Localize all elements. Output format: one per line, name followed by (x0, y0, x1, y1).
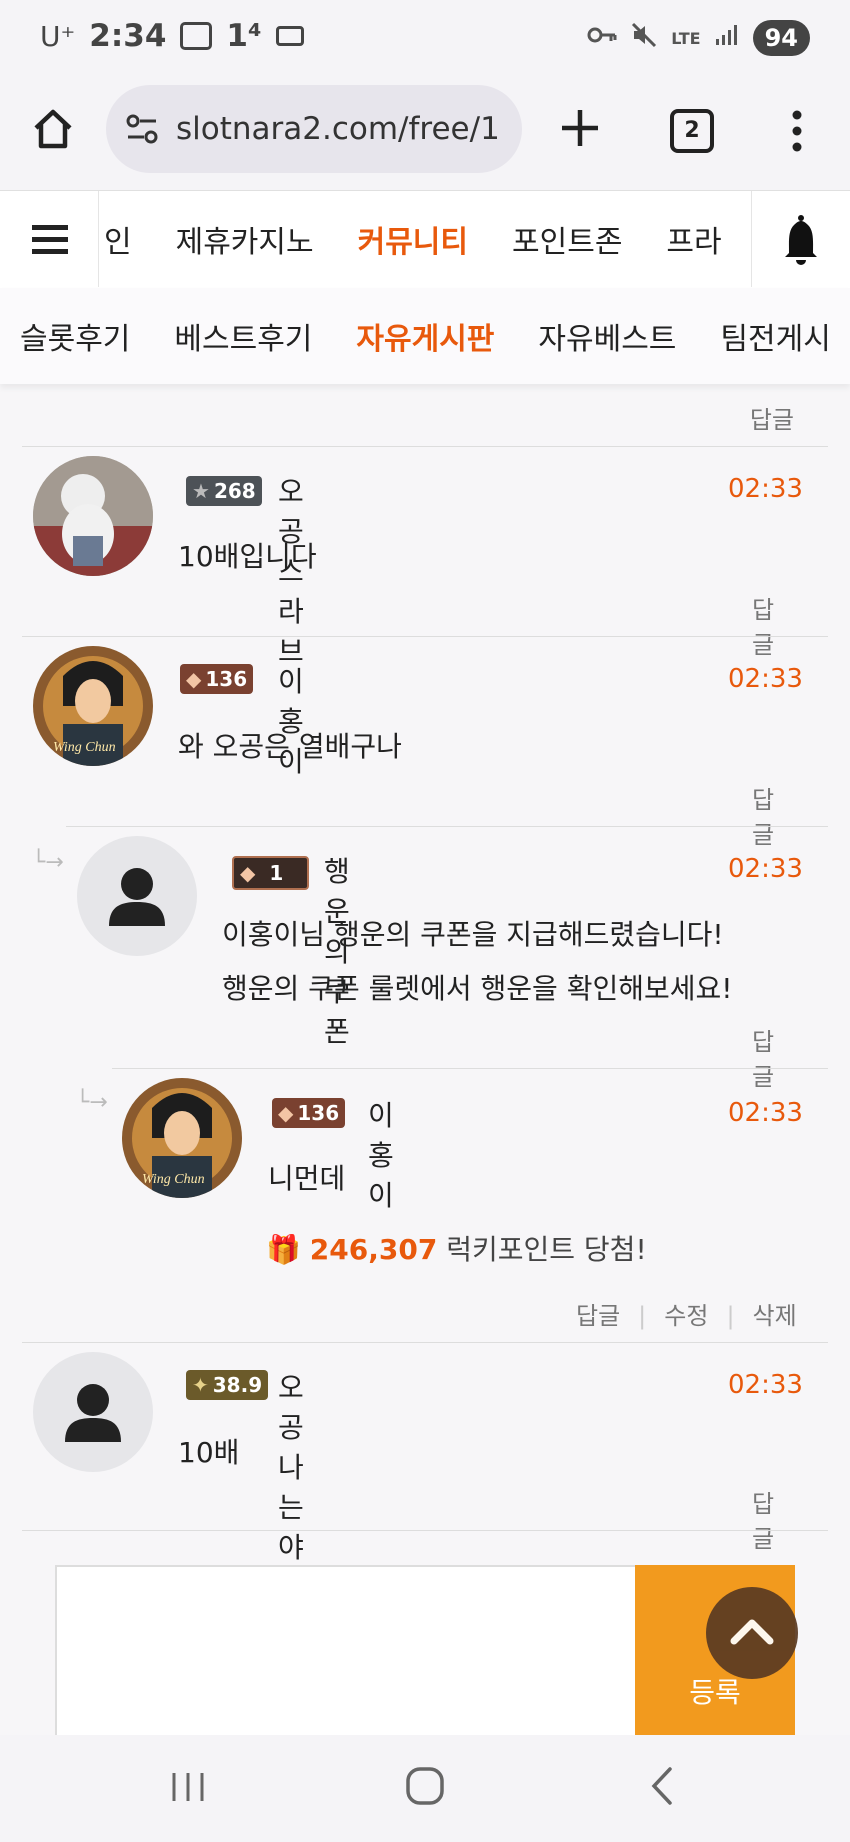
reply-link[interactable]: 답글 (576, 1302, 620, 1330)
comment-text: 니먼데 (268, 1162, 346, 1195)
comment-time: 02:33 (728, 664, 803, 694)
key-icon (587, 25, 617, 51)
comment-time: 02:33 (728, 1370, 803, 1400)
clock: 2:34 (89, 18, 167, 54)
home-icon[interactable] (28, 104, 78, 154)
reply-link[interactable]: 답글 (750, 400, 794, 435)
avatar (33, 456, 153, 576)
reply-link[interactable]: 답글 (752, 1022, 774, 1092)
subnav-free-board[interactable]: 자유게시판 (356, 314, 494, 358)
divider (22, 446, 828, 447)
voicemail-icon (275, 26, 304, 46)
comment-input[interactable] (55, 1565, 639, 1741)
divider (66, 826, 828, 827)
main-nav-items: 인 제휴카지노 커뮤니티 포인트존 프라 (98, 191, 750, 287)
comment-text: 10배 (178, 1436, 240, 1469)
comment-text-line-2: 행운의 쿠폰 룰렛에서 행운을 확인해보세요! (222, 972, 733, 1005)
avatar (77, 836, 197, 956)
level-badge: ★ 268 (186, 476, 262, 506)
divider (112, 1068, 828, 1069)
notification-count: 1⁴ (226, 18, 262, 54)
divider (22, 1530, 828, 1531)
comment-time: 02:33 (728, 854, 803, 884)
back-icon[interactable] (646, 1765, 678, 1807)
subnav-free-best[interactable]: 자유베스트 (538, 314, 676, 358)
svg-text:Wing Chun: Wing Chun (53, 740, 116, 755)
reply-link[interactable]: 답글 (752, 1484, 774, 1554)
board-sub-nav: 슬롯후기 베스트후기 자유게시판 자유베스트 팀전게시 (0, 288, 850, 384)
hamburger-menu-icon[interactable] (0, 191, 99, 287)
carrier-label: U⁺ (40, 19, 76, 53)
more-menu-icon[interactable] (782, 106, 812, 156)
network-type: LTE (671, 28, 701, 48)
site-settings-icon[interactable] (124, 111, 160, 147)
system-nav-bar (0, 1735, 850, 1842)
level-number: 38.9 (212, 1373, 263, 1397)
nav-item-partial-2[interactable]: 프라 (666, 217, 721, 261)
edit-link[interactable]: 수정 (664, 1302, 708, 1330)
svg-text:Wing Chun: Wing Chun (142, 1172, 205, 1187)
browser-toolbar: slotnara2.com/free/1 2 (0, 80, 850, 190)
comment-text: 와 오공은 열배구나 (178, 730, 402, 763)
bell-icon[interactable] (751, 191, 850, 287)
gift-icon: 🎁 (266, 1233, 301, 1266)
comment-time: 02:33 (728, 474, 803, 504)
scroll-to-top-button[interactable] (706, 1587, 798, 1679)
address-bar[interactable]: slotnara2.com/free/1 (106, 85, 522, 173)
comment-text: 10배입니다 (178, 540, 317, 573)
lucky-point-text: 럭키포인트 당첨! (446, 1233, 647, 1266)
subnav-slot-review[interactable]: 슬롯후기 (20, 314, 130, 358)
nav-item-point-zone[interactable]: 포인트존 (512, 217, 622, 261)
level-number: 136 (297, 1101, 340, 1125)
mute-icon (631, 22, 657, 54)
comment-text-line-1: 이홍이님 행운의 쿠폰을 지급해드렸습니다! (222, 918, 724, 951)
reply-arrow-icon: └→ (32, 850, 64, 875)
recent-apps-icon[interactable] (168, 1767, 208, 1807)
reply-arrow-icon: └→ (76, 1090, 108, 1115)
nav-item-partial[interactable]: 인 (104, 217, 132, 261)
comment-actions: 답글 | 수정 | 삭제 (576, 1302, 797, 1330)
screenshot-icon (180, 22, 213, 50)
signal-icon (715, 24, 739, 52)
avatar (33, 1352, 153, 1472)
divider (22, 1342, 828, 1343)
divider (22, 636, 828, 637)
avatar: Wing Chun (122, 1078, 242, 1198)
level-badge: ✦ 38.9 (186, 1370, 269, 1400)
reply-link[interactable]: 답글 (752, 590, 774, 660)
reply-link[interactable]: 답글 (752, 780, 774, 850)
level-badge: ◆ 136 (272, 1098, 346, 1128)
avatar: Wing Chun (33, 646, 153, 766)
subnav-team-board[interactable]: 팀전게시 (720, 314, 830, 358)
level-number: 136 (205, 667, 248, 691)
level-badge: ◆ 1 (232, 856, 310, 890)
username[interactable]: 이홍이 (368, 1094, 394, 1214)
home-nav-icon[interactable] (404, 1765, 446, 1807)
status-bar: U⁺ 2:34 1⁴ LTE 94 (0, 0, 850, 80)
level-number: 1 (269, 861, 284, 885)
comment-time: 02:33 (728, 1098, 803, 1128)
url-text: slotnara2.com/free/1 (176, 111, 500, 147)
lucky-point-amount: 246,307 (309, 1233, 438, 1266)
subnav-best-review[interactable]: 베스트후기 (174, 314, 312, 358)
battery-indicator: 94 (752, 20, 810, 56)
new-tab-icon[interactable] (556, 104, 604, 152)
level-number: 268 (213, 479, 256, 503)
nav-item-community[interactable]: 커뮤니티 (358, 217, 468, 261)
chevron-up-icon (730, 1619, 774, 1645)
nav-item-partner-casino[interactable]: 제휴카지노 (176, 217, 314, 261)
tab-switcher-button[interactable]: 2 (670, 109, 714, 153)
delete-link[interactable]: 삭제 (753, 1302, 797, 1330)
level-badge: ◆ 136 (180, 664, 254, 694)
lucky-point-notice: 🎁 246,307 럭키포인트 당첨! (266, 1228, 647, 1268)
site-main-nav: 인 제휴카지노 커뮤니티 포인트존 프라 (0, 190, 850, 290)
